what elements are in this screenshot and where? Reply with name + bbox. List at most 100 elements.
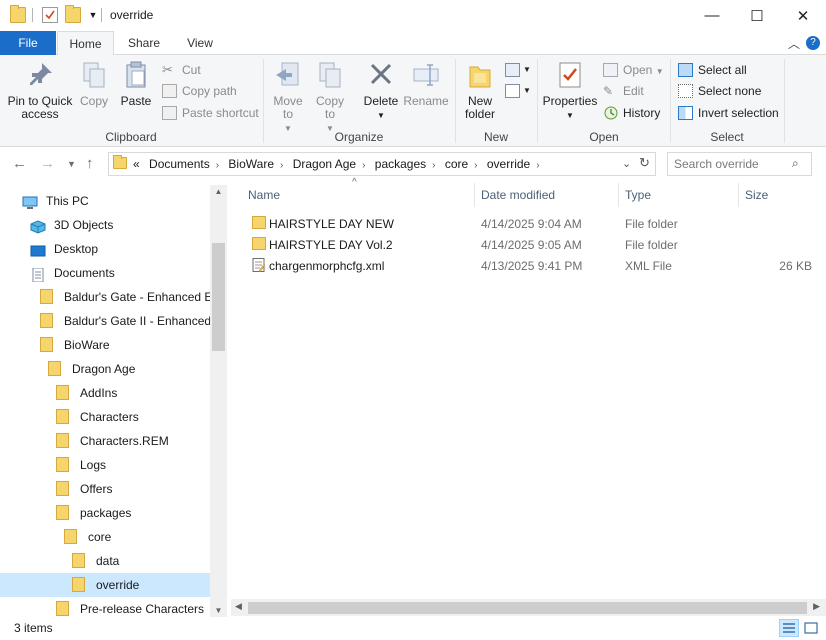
- file-list-horizontal-scrollbar[interactable]: ◀ ▶: [231, 599, 826, 616]
- scroll-right-arrow-icon[interactable]: ▶: [813, 601, 820, 612]
- documents-icon: [30, 266, 46, 283]
- rename-button[interactable]: Rename: [403, 59, 449, 108]
- nav-pane-scrollbar[interactable]: ▲ ▼: [210, 185, 227, 617]
- large-icons-view-icon: [804, 622, 818, 634]
- tree-item-core[interactable]: core: [0, 525, 210, 549]
- new-item-button[interactable]: ▼: [505, 60, 533, 80]
- up-arrow-icon[interactable]: ↑: [86, 155, 94, 172]
- search-icon[interactable]: ⌕: [792, 156, 799, 171]
- breadcrumb-core[interactable]: core: [445, 157, 468, 171]
- tree-item-pre-release-characters[interactable]: Pre-release Characters: [0, 597, 210, 617]
- select-none-button[interactable]: Select none: [678, 81, 761, 101]
- tree-item-baldur-s-gate-enhanced-ed[interactable]: Baldur's Gate - Enhanced Ed: [0, 285, 210, 309]
- copy-path-button[interactable]: Copy path: [162, 81, 237, 101]
- tree-item-documents[interactable]: Documents: [0, 261, 210, 285]
- copy-to-button[interactable]: Copy to ▼: [312, 59, 348, 135]
- nav-pane-scroll-thumb[interactable]: [212, 243, 225, 351]
- tree-item-data[interactable]: data: [0, 549, 210, 573]
- breadcrumb-dragon-age[interactable]: Dragon Age: [293, 157, 356, 171]
- address-bar[interactable]: « Documents › BioWare › Dragon Age › packag…: [108, 152, 656, 176]
- column-divider[interactable]: [474, 183, 475, 207]
- easy-access-button[interactable]: ▼: [505, 81, 533, 101]
- open-icon: [603, 63, 618, 77]
- column-header-name[interactable]: Name: [248, 188, 280, 202]
- paste-button[interactable]: Paste: [118, 59, 154, 108]
- back-arrow-icon[interactable]: ←: [12, 155, 27, 172]
- tree-item-logs[interactable]: Logs: [0, 453, 210, 477]
- new-folder-button[interactable]: New folder: [460, 59, 500, 121]
- tab-home[interactable]: Home: [57, 31, 114, 56]
- history-clock-icon: [603, 106, 618, 120]
- tree-item-override[interactable]: override: [0, 573, 210, 597]
- copy-button[interactable]: Copy: [76, 59, 112, 108]
- chevron-right-icon[interactable]: ›: [474, 160, 477, 171]
- breadcrumb-override[interactable]: override: [487, 157, 530, 171]
- properties-check-icon[interactable]: [42, 7, 58, 23]
- column-header-size[interactable]: Size: [745, 188, 768, 202]
- tree-item-bioware[interactable]: BioWare: [0, 333, 210, 357]
- paste-shortcut-button[interactable]: Paste shortcut: [162, 103, 259, 123]
- folder-icon: [56, 409, 69, 424]
- tree-item-packages[interactable]: packages: [0, 501, 210, 525]
- chevron-right-icon[interactable]: ›: [536, 160, 539, 171]
- address-history-chevron-icon[interactable]: ⌄: [622, 157, 631, 170]
- column-divider[interactable]: [618, 183, 619, 207]
- tree-item-3d-objects[interactable]: 3D Objects: [0, 213, 210, 237]
- open-button[interactable]: Open ▼: [603, 60, 664, 80]
- pin-to-quick-access-button[interactable]: Pin to Quick access: [6, 59, 74, 121]
- invert-selection-button[interactable]: Invert selection: [678, 103, 779, 123]
- scroll-down-arrow-icon[interactable]: ▼: [210, 606, 227, 615]
- column-header-type[interactable]: Type: [625, 188, 651, 202]
- edit-button[interactable]: ✎ Edit: [603, 81, 644, 101]
- history-button[interactable]: History: [603, 103, 660, 123]
- refresh-icon[interactable]: ↻: [639, 155, 650, 171]
- search-box[interactable]: ⌕: [667, 152, 812, 176]
- tree-item-addins[interactable]: AddIns: [0, 381, 210, 405]
- tree-item-this-pc[interactable]: This PC: [0, 189, 210, 213]
- column-header-date[interactable]: Date modified: [481, 188, 555, 202]
- chevron-right-icon[interactable]: ›: [362, 160, 365, 171]
- recent-locations-chevron-icon[interactable]: ▼: [67, 159, 76, 169]
- breadcrumb-overflow[interactable]: «: [133, 157, 140, 171]
- move-to-button[interactable]: Move to ▼: [270, 59, 306, 135]
- expand-ribbon-chevron-icon[interactable]: ︿: [788, 35, 800, 52]
- chevron-right-icon[interactable]: ›: [216, 160, 219, 171]
- close-button[interactable]: ✕: [780, 0, 826, 31]
- delete-button[interactable]: Delete ▼: [361, 59, 401, 122]
- properties-button[interactable]: Properties ▼: [542, 59, 598, 122]
- chevron-right-icon[interactable]: ›: [432, 160, 435, 171]
- tree-item-characters-rem[interactable]: Characters.REM: [0, 429, 210, 453]
- tab-view[interactable]: View: [175, 31, 225, 55]
- explorer-folder-icon[interactable]: [10, 5, 26, 23]
- tree-item-desktop[interactable]: Desktop: [0, 237, 210, 261]
- column-divider[interactable]: [738, 183, 739, 207]
- details-view-button[interactable]: [779, 619, 799, 637]
- scroll-up-arrow-icon[interactable]: ▲: [210, 187, 227, 196]
- minimize-button[interactable]: —: [689, 0, 735, 31]
- tree-item-baldur-s-gate-ii-enhanced-e[interactable]: Baldur's Gate II - Enhanced E: [0, 309, 210, 333]
- scroll-left-arrow-icon[interactable]: ◀: [235, 601, 242, 612]
- tree-item-offers[interactable]: Offers: [0, 477, 210, 501]
- tab-file[interactable]: File: [0, 31, 56, 55]
- cut-button[interactable]: ✂ Cut: [162, 60, 201, 80]
- tab-share[interactable]: Share: [118, 31, 170, 55]
- horizontal-scroll-thumb[interactable]: [248, 602, 807, 614]
- tree-item-characters[interactable]: Characters: [0, 405, 210, 429]
- breadcrumb-packages[interactable]: packages: [375, 157, 426, 171]
- help-icon[interactable]: ?: [806, 36, 820, 50]
- chevron-right-icon[interactable]: ›: [280, 160, 283, 171]
- file-row[interactable]: HAIRSTYLE DAY NEW 4/14/2025 9:04 AM File f…: [242, 213, 812, 234]
- select-all-button[interactable]: Select all: [678, 60, 747, 80]
- file-row[interactable]: HAIRSTYLE DAY Vol.2 4/14/2025 9:05 AM File…: [242, 234, 812, 255]
- breadcrumb-documents[interactable]: Documents: [149, 157, 210, 171]
- forward-arrow-icon[interactable]: →: [40, 155, 55, 172]
- search-input[interactable]: [674, 156, 784, 172]
- maximize-button[interactable]: ☐: [734, 0, 780, 31]
- paste-shortcut-icon: [162, 106, 177, 120]
- tree-item-dragon-age[interactable]: Dragon Age: [0, 357, 210, 381]
- file-row[interactable]: chargenmorphcfg.xml 4/13/2025 9:41 PM XML …: [242, 255, 812, 276]
- customize-quick-access-dropdown-icon[interactable]: ▼: [85, 7, 101, 23]
- new-folder-quick-icon[interactable]: [65, 5, 81, 23]
- large-icons-view-button[interactable]: [801, 619, 821, 637]
- breadcrumb-bioware[interactable]: BioWare: [228, 157, 274, 171]
